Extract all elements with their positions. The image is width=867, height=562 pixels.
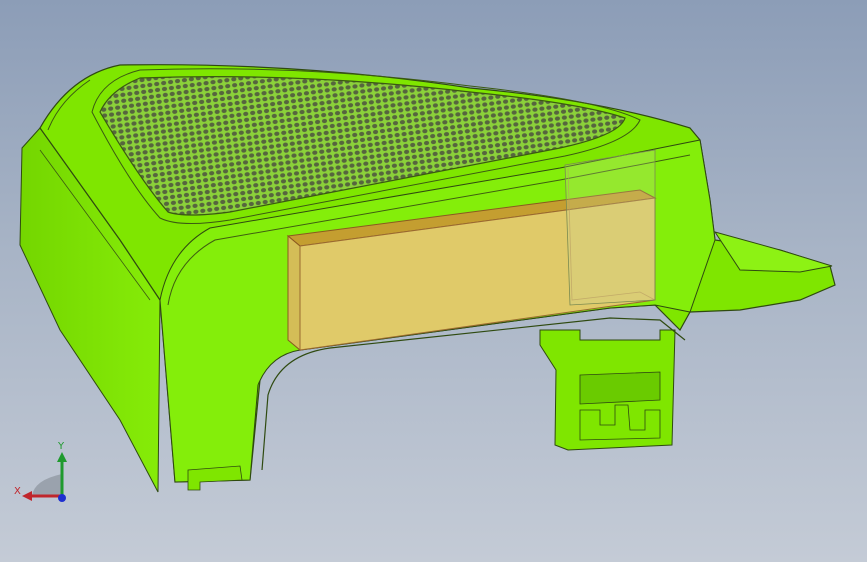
bracket-notch bbox=[579, 404, 661, 441]
triad-graphic bbox=[22, 452, 67, 502]
section-plane bbox=[564, 149, 656, 306]
y-axis-label: Y bbox=[58, 441, 65, 452]
cad-model[interactable] bbox=[0, 0, 867, 562]
coordinate-triad: Y X bbox=[12, 440, 76, 510]
y-axis-head bbox=[57, 452, 67, 462]
graphics-viewport[interactable]: Y X bbox=[0, 0, 867, 562]
triad-plane bbox=[32, 474, 62, 496]
x-axis-label: X bbox=[14, 486, 21, 497]
left-foot bbox=[187, 465, 243, 491]
z-axis-dot bbox=[58, 494, 66, 502]
x-axis-head bbox=[22, 491, 32, 501]
bracket-inner bbox=[579, 371, 661, 405]
box-front-face bbox=[287, 234, 301, 352]
